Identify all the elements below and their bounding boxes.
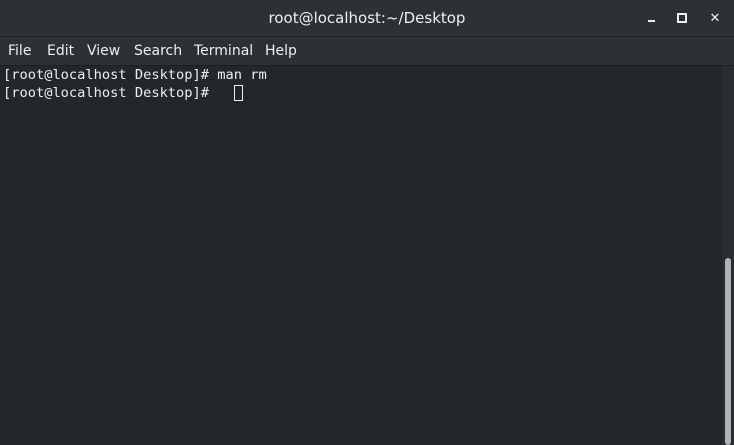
minimize-icon [647, 20, 655, 22]
menu-view[interactable]: View [87, 37, 120, 65]
maximize-icon [677, 13, 687, 23]
text-cursor [234, 85, 243, 101]
window-title: root@localhost:~/Desktop [268, 9, 466, 27]
title-bar[interactable]: root@localhost:~/Desktop ✕ [0, 0, 734, 37]
terminal-line: [root@localhost Desktop]# man rm [3, 67, 267, 83]
menu-bar: File Edit View Search Terminal Help [0, 37, 734, 66]
terminal-window: root@localhost:~/Desktop ✕ File Edit Vie… [0, 0, 734, 445]
menu-search[interactable]: Search [134, 37, 182, 65]
maximize-button[interactable] [670, 6, 694, 30]
menu-help[interactable]: Help [265, 37, 297, 65]
terminal-prompt-line: [root@localhost Desktop]# [3, 85, 218, 101]
minimize-button[interactable] [639, 6, 663, 30]
close-icon: ✕ [709, 10, 721, 26]
close-button[interactable]: ✕ [703, 6, 727, 30]
scrollbar-thumb[interactable] [725, 258, 731, 445]
terminal-output[interactable]: [root@localhost Desktop]# man rm [root@l… [0, 66, 722, 445]
menu-file[interactable]: File [8, 37, 31, 65]
menu-edit[interactable]: Edit [47, 37, 74, 65]
menu-terminal[interactable]: Terminal [194, 37, 253, 65]
vertical-scrollbar[interactable] [722, 66, 734, 445]
